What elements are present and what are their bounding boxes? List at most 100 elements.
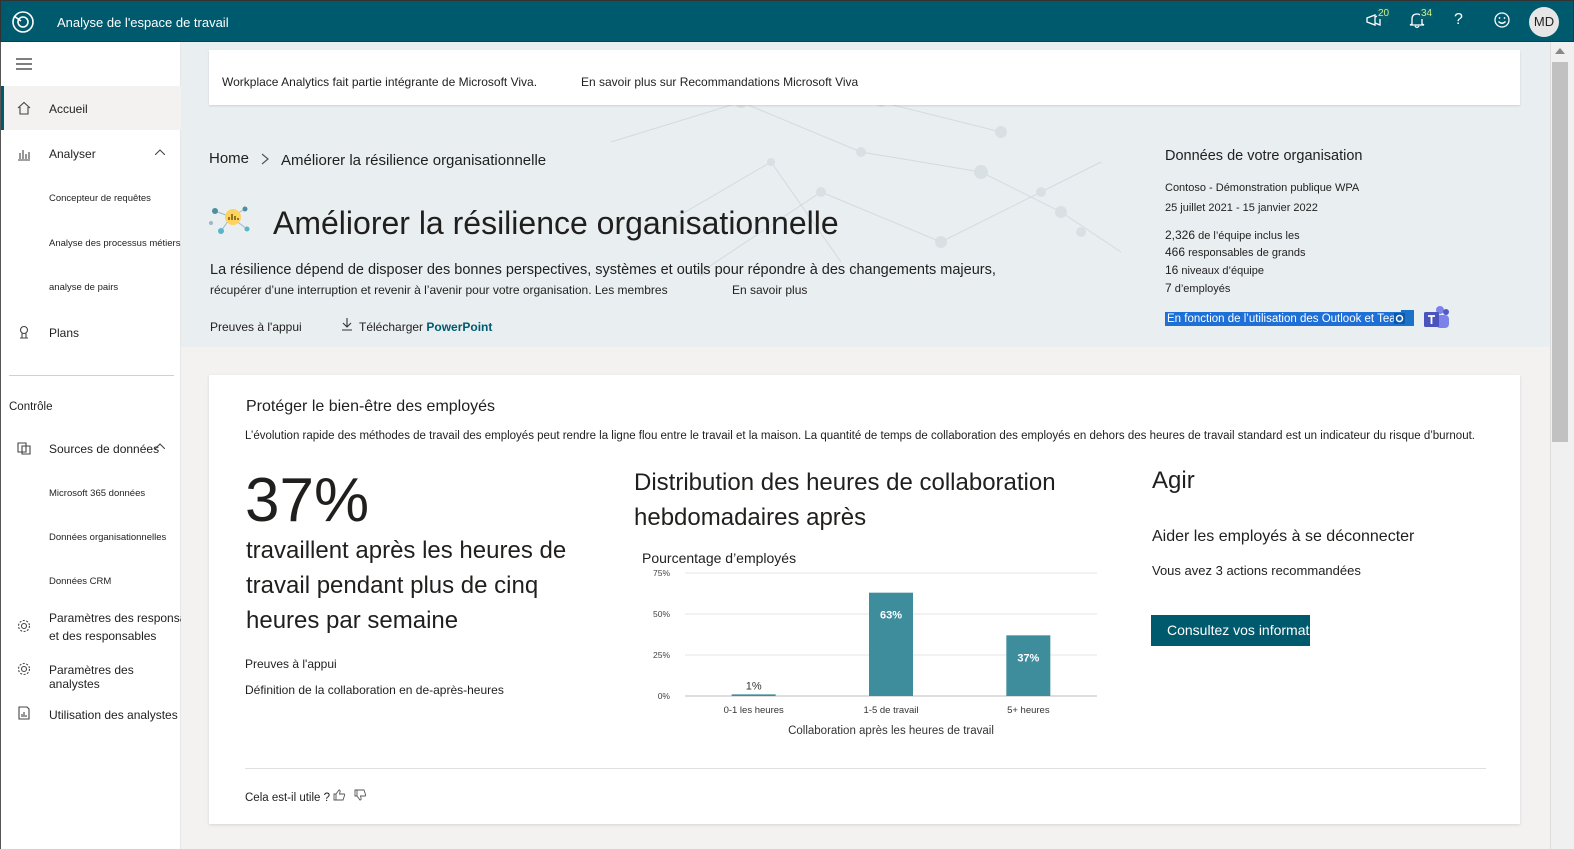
org-source-note: En fonction de l’utilisation des Outlook… [1165,312,1413,326]
x-axis-label: Collaboration après les heures de travai… [788,725,994,737]
outlook-icon [1394,310,1414,326]
main-content: Workplace Analytics fait partie intégran… [181,42,1550,849]
banner-text: Workplace Analytics fait partie intégran… [222,75,538,89]
sidebar-item-donnees-crm[interactable]: Données CRM [1,570,181,594]
page-title: Améliorer la résilience organisationnell… [273,205,839,241]
chevron-up-icon[interactable] [155,149,165,155]
y-tick-label: 75% [653,568,670,578]
action-title: Agir [1152,467,1195,494]
sidebar-item-label: Sources de données [49,442,160,456]
org-title: Données de votre organisation [1165,148,1363,164]
org-stat-number: 2,326 [1165,228,1196,242]
org-stat-label: de l’équipe inclus les [1198,230,1300,242]
sidebar-item-parametres-analystes[interactable]: Paramètres des analystes [1,656,181,691]
org-stat-label: responsables de grands [1188,247,1306,259]
org-stat-row: 7 d’employés [1165,281,1230,295]
report-icon [18,706,30,720]
feedback-question: Cela est-il utile ? [245,792,331,804]
org-stat-row: 2,326 de l’équipe inclus les [1165,228,1300,242]
sidebar-item-concepteur-requetes[interactable]: Concepteur de requêtes [1,187,181,211]
bar [869,592,913,696]
org-stat-number: 16 [1165,263,1179,277]
evidence-link[interactable]: Preuves à l'appui [245,657,337,671]
org-stat-label: d’employés [1174,283,1231,295]
workplace-analytics-logo-icon[interactable] [11,10,35,34]
gear-icon [17,619,31,633]
sidebar-item-label: Analyser [49,147,96,161]
card-divider [245,768,1486,769]
sidebar-item-label: Concepteur de requêtes [49,193,151,204]
powerpoint-label: PowerPoint [426,320,493,334]
app-title: Analyse de l'espace de travail [57,15,229,30]
thumbs-down-icon[interactable] [354,789,367,801]
breadcrumb-current: Améliorer la résilience organisationnell… [281,152,547,169]
sidebar-item-parametres-responsables[interactable]: Paramètres des responsables et des respo… [1,606,208,646]
sidebar-item-analyse-processus[interactable]: Analyse des processus métiers [1,232,181,256]
hero-description-line1: La résilience dépend de disposer des bon… [210,262,996,278]
org-stat-number: 466 [1165,245,1186,259]
hamburger-menu-icon[interactable] [16,58,32,70]
network-insight-icon [209,206,250,234]
org-stat-row: 466 responsables de grands [1165,245,1306,259]
sidebar-item-analyser[interactable]: Analyser [1,134,181,174]
chart-title: Distribution des heures de collaboration… [634,469,1056,531]
megaphone-button[interactable]: 20 [1365,8,1391,33]
bar [1006,635,1051,696]
megaphone-badge: 20 [1377,8,1391,19]
sidebar-item-label: Analyse des processus métiers [49,238,181,249]
definition-link[interactable]: Définition de la collaboration en de-apr… [245,683,504,697]
sidebar-item-label: Données CRM [49,576,112,587]
sidebar-item-label: Paramètres des analystes [49,663,134,691]
hero-evidence-link[interactable]: Preuves à l'appui [210,320,302,334]
action-count: Vous avez 3 actions recommandées [1152,563,1361,578]
org-date-range: 25 juillet 2021 - 15 janvier 2022 [1165,202,1318,214]
scroll-up-arrow-icon[interactable] [1555,48,1565,54]
x-category-label: 0-1 les heures [724,705,784,716]
banner-link[interactable]: En savoir plus sur Recommandations Micro… [581,75,858,89]
hero-description-line2: récupérer d’une interruption et revenir … [210,283,668,297]
feedback-button[interactable] [1493,11,1515,33]
hero-learn-more-link[interactable]: En savoir plus [732,283,807,297]
y-tick-label: 0% [658,691,671,701]
view-insights-button[interactable]: Consultez vos informations [1151,615,1310,646]
chevron-up-icon[interactable] [155,443,165,449]
sidebar-item-accueil[interactable]: Accueil [1,86,181,130]
download-icon[interactable] [341,317,353,331]
sidebar-item-m365-donnees[interactable]: Microsoft 365 données [1,482,181,506]
bar [731,694,776,696]
bar-data-label: 37% [1017,652,1039,664]
sidebar: Accueil Analyser Concepteur de requêtes … [0,42,208,849]
breadcrumb-home[interactable]: Home [209,150,249,167]
y-tick-label: 50% [653,609,670,619]
help-button[interactable]: ? [1454,11,1476,33]
y-tick-label: 25% [653,650,670,660]
avatar[interactable]: MD [1529,7,1559,37]
bar-chart: 0% 25% 50% 75% 1% 0-1 les heures 63% 1-5 de tra… [653,568,1097,737]
card-title: Protéger le bien-être des employés [246,398,496,415]
sidebar-item-label: analyse de pairs [49,282,119,293]
x-category-label: 1-5 de travail [864,705,919,716]
sidebar-item-label: Plans [49,326,80,340]
org-company: Contoso - Démonstration publique WPA [1165,182,1360,194]
download-label: Télécharger [359,320,424,334]
notifications-button[interactable]: 34 [1408,8,1434,33]
data-sources-icon [17,442,31,455]
stat-description: travaillent après les heures de travail … [246,537,567,634]
help-icon: ? [1454,11,1463,28]
home-icon [17,101,31,115]
download-powerpoint-button[interactable]: Télécharger PowerPoint [359,320,492,334]
sidebar-item-plans[interactable]: Plans [1,318,181,348]
thumbs-up-icon[interactable] [333,789,346,801]
vertical-scrollbar[interactable] [1550,42,1574,849]
feedback-smiley-icon [1494,12,1510,28]
sidebar-item-utilisation-analystes[interactable]: Utilisation des analystes [1,700,181,728]
sidebar-item-sources-donnees[interactable]: Sources de données [1,434,181,464]
bell-badge: 34 [1420,8,1434,19]
card-description: L’évolution rapide des méthodes de trava… [245,430,1475,442]
sidebar-item-label: Accueil [49,102,88,116]
action-subtitle: Aider les employés à se déconnecter [1152,528,1415,545]
section-label-controle: Contrôle [9,401,53,413]
sidebar-item-donnees-org[interactable]: Données organisationnelles [1,526,181,550]
scrollbar-thumb[interactable] [1552,62,1568,442]
sidebar-item-analyse-pairs[interactable]: analyse de pairs [1,276,181,300]
